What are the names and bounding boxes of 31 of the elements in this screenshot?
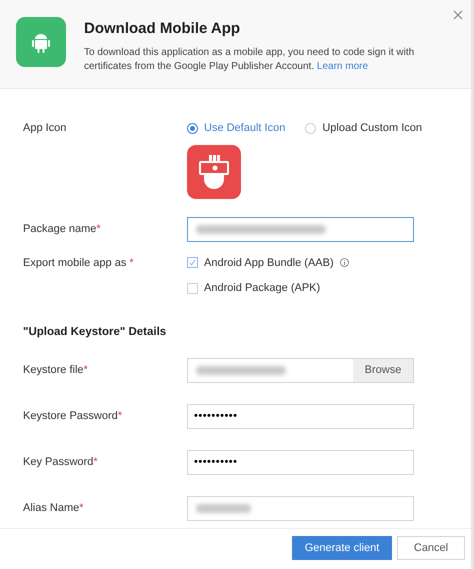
generate-button[interactable]: Generate client xyxy=(292,536,392,560)
dialog-description: To download this application as a mobile app, you need to code sign it with certificates from the Google Play Publisher Account. Learn more xyxy=(84,46,416,74)
radio-label[interactable]: Upload Custom Icon xyxy=(322,120,422,136)
learn-more-link[interactable]: Learn more xyxy=(316,60,368,72)
input-field[interactable] xyxy=(187,216,414,242)
radio-label[interactable]: Use Default Icon xyxy=(204,120,286,136)
dialog-title: Download Mobile App xyxy=(84,19,242,39)
checkbox-label[interactable]: Android App Bundle (AAB) xyxy=(204,254,334,271)
field-label: Key Password* xyxy=(23,455,99,470)
field-label: App Icon xyxy=(23,121,68,136)
password-field[interactable]: •••••••••• xyxy=(187,450,414,475)
blurred-text xyxy=(196,504,251,513)
info-icon[interactable] xyxy=(340,258,349,268)
field-label: Alias Name* xyxy=(23,501,85,516)
checkbox[interactable] xyxy=(187,282,198,294)
app-icon xyxy=(187,144,241,198)
field-label: Keystore Password* xyxy=(23,409,124,424)
checkbox-label[interactable]: Android Package (APK) xyxy=(204,280,320,296)
radio-button[interactable] xyxy=(187,122,198,134)
close-icon[interactable] xyxy=(453,10,463,20)
section-title: "Upload Keystore" Details xyxy=(23,324,168,340)
cancel-button[interactable]: Cancel xyxy=(397,536,465,560)
field-label: Package name* xyxy=(23,222,102,237)
field-label: Export mobile app as * xyxy=(23,256,135,270)
input-field[interactable] xyxy=(187,496,414,521)
browse-button[interactable]: Browse xyxy=(353,358,413,382)
field-label: Keystore file* xyxy=(23,363,89,378)
file-field[interactable]: Browse xyxy=(187,358,414,383)
password-field[interactable]: •••••••••• xyxy=(187,404,414,429)
checkbox[interactable] xyxy=(187,257,198,268)
android-icon xyxy=(16,17,66,67)
